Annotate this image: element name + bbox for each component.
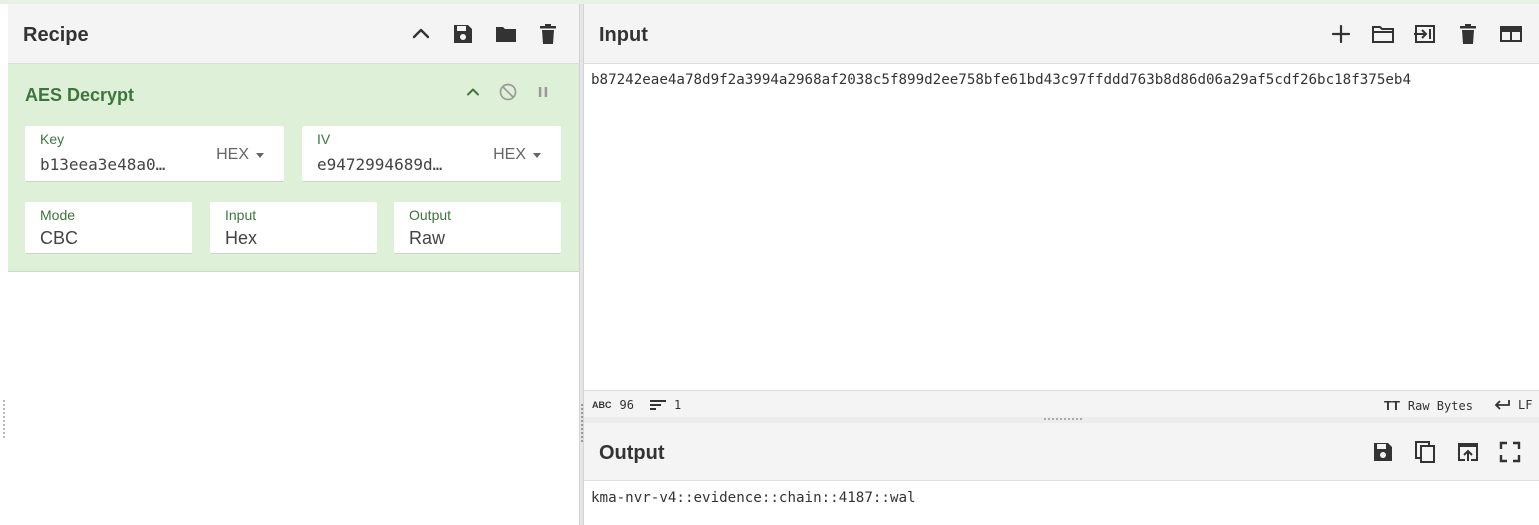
replace-input-button[interactable]: [1455, 438, 1481, 466]
input-format-field[interactable]: Input Hex: [210, 202, 377, 254]
iv-label: IV: [317, 131, 331, 147]
char-count-value: 96: [619, 398, 634, 412]
clear-recipe-button[interactable]: [535, 20, 561, 48]
disable-operation-button[interactable]: [496, 80, 520, 104]
trash-icon: [540, 24, 556, 44]
disable-icon: [499, 83, 517, 101]
output-header: Output: [584, 423, 1539, 481]
key-label: Key: [40, 131, 65, 147]
input-textarea[interactable]: b87242eae4a78d9f2a3994a2968af2038c5f899d…: [591, 72, 1531, 88]
input-panel: Input b87242eae4a78d9f2a3994a2968af2038c…: [584, 4, 1539, 417]
output-title: Output: [599, 442, 665, 464]
layout-icon: [1500, 26, 1522, 42]
save-output-button[interactable]: [1370, 438, 1396, 466]
caret-down-icon: [533, 152, 541, 158]
mode-field[interactable]: Mode CBC: [25, 202, 192, 254]
eol-selector[interactable]: LF: [1494, 398, 1532, 412]
iv-input[interactable]: e9472994689d…: [317, 155, 467, 174]
maximise-output-button[interactable]: [1497, 438, 1523, 466]
clear-input-button[interactable]: [1455, 20, 1481, 48]
iv-format-value: HEX: [493, 146, 526, 163]
collapse-operation-button[interactable]: [461, 80, 485, 104]
trash-icon: [1460, 24, 1476, 44]
collapse-all-button[interactable]: [408, 20, 434, 48]
pause-icon: [538, 87, 548, 97]
copy-output-button[interactable]: [1412, 438, 1438, 466]
operation-title: AES Decrypt: [25, 85, 135, 105]
input-header: Input: [584, 4, 1539, 64]
input-title: Input: [599, 24, 648, 46]
iv-format-dropdown[interactable]: HEX: [493, 146, 541, 164]
fullscreen-icon: [1499, 441, 1521, 463]
output-format-field[interactable]: Output Raw: [394, 202, 561, 254]
text-size-icon: TT: [1384, 398, 1400, 413]
key-field[interactable]: Key b13eea3e48a0… HEX: [25, 126, 284, 182]
input-format-select[interactable]: Hex: [225, 228, 257, 249]
folder-open-icon: [1372, 26, 1394, 43]
chevron-up-icon: [467, 88, 479, 96]
plus-icon: [1331, 24, 1351, 44]
key-format-dropdown[interactable]: HEX: [216, 146, 264, 164]
output-format-label: Output: [409, 207, 452, 223]
encoding-selector[interactable]: TT Raw Bytes: [1384, 398, 1473, 413]
output-textarea[interactable]: kma-nvr-v4::evidence::chain::4187::wal: [591, 490, 916, 506]
save-recipe-button[interactable]: [450, 20, 476, 48]
encoding-value: Raw Bytes: [1407, 398, 1473, 413]
splitter-grip: [581, 404, 583, 444]
output-panel: Output kma-nvr-v4::evidence::chain::4187…: [584, 423, 1539, 525]
input-arrow-icon: [1414, 25, 1435, 43]
return-arrow-icon: [1494, 400, 1510, 410]
mode-select[interactable]: CBC: [40, 228, 78, 249]
key-format-value: HEX: [216, 146, 249, 163]
output-format-select[interactable]: Raw: [409, 228, 445, 249]
input-format-label: Input: [225, 207, 257, 223]
reset-layout-button[interactable]: [1496, 20, 1526, 48]
splitter-grip: [1044, 418, 1082, 420]
open-file-button[interactable]: [1370, 20, 1396, 48]
operation-aes-decrypt[interactable]: AES Decrypt Key b13eea3e48a0… HEX IV e94…: [8, 64, 579, 272]
mode-label: Mode: [40, 207, 76, 223]
line-count: 1: [650, 398, 681, 412]
open-folder-button[interactable]: [1412, 20, 1438, 48]
recipe-title: Recipe: [23, 24, 89, 46]
chevron-up-icon: [412, 28, 430, 39]
eol-value: LF: [1518, 398, 1533, 412]
save-icon: [1374, 443, 1392, 461]
key-input[interactable]: b13eea3e48a0…: [40, 155, 190, 174]
add-input-tab-button[interactable]: [1328, 20, 1354, 48]
open-in-input-icon: [1458, 443, 1478, 461]
line-count-value: 1: [674, 398, 682, 412]
copy-icon: [1415, 441, 1435, 463]
folder-icon: [496, 27, 516, 42]
input-status-bar: ABC 96 1 TT Raw Bytes LF: [584, 390, 1539, 417]
recipe-header: Recipe: [8, 4, 579, 64]
breakpoint-button[interactable]: [531, 80, 555, 104]
iv-field[interactable]: IV e9472994689d… HEX: [302, 126, 561, 182]
lines-icon: [650, 400, 666, 410]
caret-down-icon: [256, 152, 264, 158]
abc-icon: ABC: [592, 400, 612, 410]
left-resize-handle[interactable]: [3, 400, 5, 440]
load-recipe-button[interactable]: [493, 20, 519, 48]
char-count: ABC 96: [592, 398, 634, 412]
save-icon: [454, 25, 472, 43]
recipe-panel: Recipe AES Decrypt Key b13eea3e48a0… HEX: [8, 4, 579, 525]
